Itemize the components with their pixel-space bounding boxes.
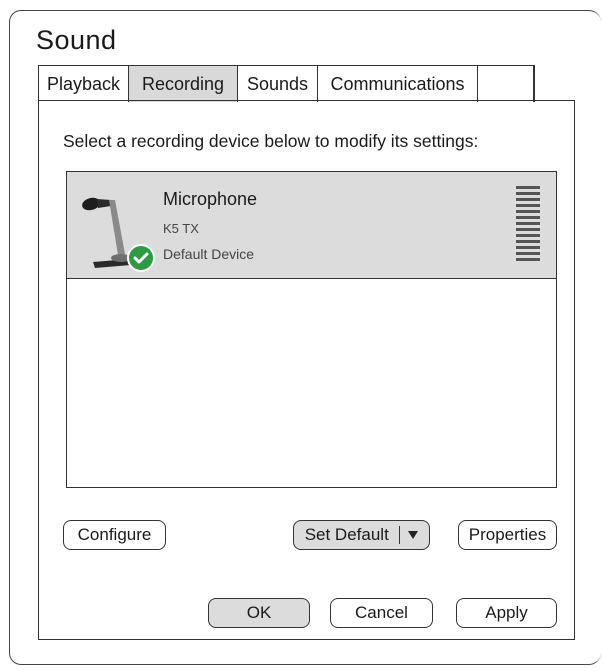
level-meter	[516, 186, 540, 266]
device-name: Microphone	[163, 189, 258, 209]
tab-playback[interactable]: Playback	[39, 66, 129, 102]
level-bar	[516, 234, 540, 237]
set-default-button[interactable]: Set Default	[293, 520, 430, 550]
level-bar	[516, 216, 540, 219]
properties-button[interactable]: Properties	[458, 520, 557, 550]
level-bar	[516, 222, 540, 225]
ok-button[interactable]: OK	[208, 598, 310, 628]
device-list[interactable]: Microphone K5 TX Default Device	[66, 171, 557, 488]
check-icon	[127, 244, 155, 272]
chevron-down-icon[interactable]	[408, 531, 419, 539]
device-row-microphone[interactable]: Microphone K5 TX Default Device	[67, 172, 556, 279]
level-bar	[516, 210, 540, 213]
level-bar	[516, 258, 540, 261]
apply-button[interactable]: Apply	[456, 598, 557, 628]
level-bar	[516, 204, 540, 207]
cancel-button[interactable]: Cancel	[330, 598, 433, 628]
tab-bar-filler	[478, 66, 534, 102]
device-model: K5 TX	[163, 221, 199, 236]
level-bar	[516, 240, 540, 243]
tab-recording[interactable]: Recording	[129, 66, 238, 102]
tab-communications[interactable]: Communications	[318, 66, 478, 102]
level-bar	[516, 246, 540, 249]
level-bar	[516, 198, 540, 201]
tab-bar: Playback Recording Sounds Communications	[38, 65, 535, 102]
dropdown-separator	[398, 526, 401, 544]
window-title: Sound	[36, 25, 117, 55]
tab-sounds[interactable]: Sounds	[238, 66, 318, 102]
level-bar	[516, 186, 540, 189]
level-bar	[516, 228, 540, 231]
level-bar	[516, 192, 540, 195]
set-default-label: Set Default	[304, 525, 389, 544]
device-status: Default Device	[163, 246, 255, 262]
configure-button[interactable]: Configure	[63, 520, 166, 550]
instruction-text: Select a recording device below to modif…	[63, 131, 479, 151]
level-bar	[516, 252, 540, 255]
